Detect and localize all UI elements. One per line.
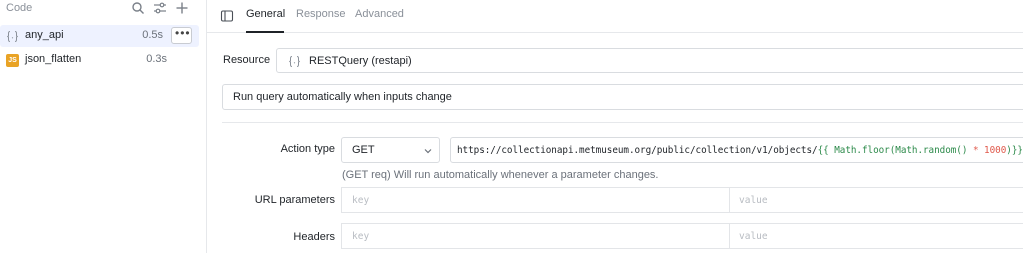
section-divider	[222, 122, 1023, 123]
tab-response[interactable]: Response	[296, 8, 346, 20]
chevron-down-icon	[424, 149, 432, 154]
kv-separator	[729, 224, 730, 248]
url-param-key-input[interactable]: key	[352, 195, 369, 206]
http-method-value: GET	[352, 144, 375, 156]
sidebar-title: Code	[6, 2, 33, 14]
kv-separator	[729, 188, 730, 212]
query-item-any-api[interactable]: any_api 0.5s •••	[0, 25, 199, 47]
ellipsis-icon: •••	[175, 26, 191, 40]
query-more-button[interactable]: •••	[171, 26, 192, 44]
query-item-json-flatten[interactable]: JS json_flatten 0.3s	[0, 49, 199, 71]
rest-braces-icon	[7, 31, 18, 42]
query-name: json_flatten	[25, 53, 82, 65]
plus-icon[interactable]	[175, 1, 189, 15]
rest-braces-icon	[289, 56, 300, 67]
http-method-select[interactable]: GET	[341, 137, 440, 163]
resource-label: Resource	[223, 54, 271, 66]
sidebar-toggle-icon[interactable]	[220, 9, 234, 23]
resource-select[interactable]: RESTQuery (restapi)	[276, 48, 1023, 73]
url-parameter-row: key value	[341, 187, 1023, 213]
url-param-value-input[interactable]: value	[739, 195, 768, 206]
query-sidebar: Code any_api 0.5s ••• JS json_flatten 0.…	[0, 0, 207, 253]
method-hint: (GET req) Will run automatically wheneve…	[342, 169, 659, 181]
active-tab-indicator	[246, 31, 284, 33]
trigger-mode-value: Run query automatically when inputs chan…	[233, 91, 452, 103]
tab-general[interactable]: General	[246, 8, 285, 20]
resource-value: RESTQuery (restapi)	[309, 55, 412, 67]
editor-tabbar: General Response Advanced	[207, 0, 1023, 33]
sidebar-header: Code	[0, 0, 206, 17]
query-runtime: 0.5s	[142, 29, 163, 41]
js-badge-icon: JS	[6, 54, 19, 67]
headers-label: Headers	[293, 231, 335, 243]
query-name: any_api	[25, 29, 64, 41]
header-value-input[interactable]: value	[739, 231, 768, 242]
url-value: https://collectionapi.metmuseum.org/publ…	[457, 145, 1023, 156]
query-editor: General Response Advanced Resource RESTQ…	[207, 0, 1023, 253]
header-key-input[interactable]: key	[352, 231, 369, 242]
trigger-mode-select[interactable]: Run query automatically when inputs chan…	[222, 84, 1023, 110]
action-type-label: Action type	[280, 143, 335, 155]
header-row: key value	[341, 223, 1023, 249]
url-input[interactable]: https://collectionapi.metmuseum.org/publ…	[450, 137, 1023, 163]
tab-advanced[interactable]: Advanced	[355, 8, 404, 20]
search-icon[interactable]	[131, 1, 145, 15]
url-parameters-label: URL parameters	[254, 194, 335, 206]
filter-icon[interactable]	[153, 1, 167, 15]
query-runtime: 0.3s	[146, 53, 167, 65]
